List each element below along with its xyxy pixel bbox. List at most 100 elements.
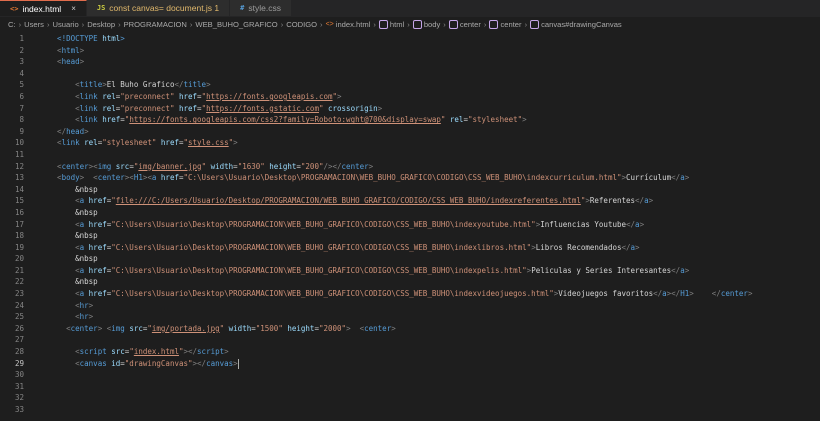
breadcrumb-item-programacion[interactable]: PROGRAMACION bbox=[124, 20, 187, 29]
code-token: < bbox=[39, 138, 62, 148]
code-line[interactable]: 20 &nbsp bbox=[0, 253, 820, 265]
code-token: > bbox=[391, 323, 396, 333]
code-line[interactable]: 11 bbox=[0, 149, 820, 161]
breadcrumb-item-codigo[interactable]: CODIGO bbox=[286, 20, 317, 29]
code-line[interactable]: 27 bbox=[0, 334, 820, 346]
breadcrumb-item-web-buho-grafico[interactable]: WEB_BUHO_GRAFICO bbox=[195, 20, 277, 29]
breadcrumb-item-center-inner[interactable]: center bbox=[500, 20, 521, 29]
code-token: href bbox=[88, 219, 107, 229]
code-token: > < bbox=[97, 323, 112, 333]
code-token: href bbox=[88, 196, 107, 206]
code-token: canvas bbox=[79, 358, 112, 368]
code-line[interactable]: 5 <title>El Buho Grafico</title> bbox=[0, 79, 820, 91]
code-token: "C:\Users\Usuario\Desktop\PROGRAMACION\W… bbox=[183, 173, 622, 183]
code-token: Libros Recomendados bbox=[535, 242, 622, 252]
code-line[interactable]: 28 <script src="index.html"></script> bbox=[0, 346, 820, 358]
code-line[interactable]: 1 <!DOCTYPE html> bbox=[0, 33, 820, 45]
code-token: H1 bbox=[133, 173, 143, 183]
code-line[interactable]: 22 &nbsp bbox=[0, 276, 820, 288]
code-line[interactable]: 16 &nbsp bbox=[0, 207, 820, 219]
code-token: head bbox=[66, 126, 85, 136]
code-line[interactable]: 8 <link href="https://fonts.googleapis.c… bbox=[0, 114, 820, 126]
breadcrumb-item-body[interactable]: body bbox=[424, 20, 440, 29]
code-token: height bbox=[287, 323, 315, 333]
code-line[interactable]: 32 bbox=[0, 392, 820, 404]
code-token: > bbox=[224, 347, 229, 357]
code-line[interactable]: 24 <hr> bbox=[0, 300, 820, 312]
code-line[interactable]: 21 <a href="C:\Users\Usuario\Desktop\PRO… bbox=[0, 265, 820, 277]
code-line[interactable]: 12 <center><img src="img/banner.jpg" wid… bbox=[0, 161, 820, 173]
breadcrumb-item-users[interactable]: Users bbox=[24, 20, 44, 29]
code-line[interactable]: 23 <a href="C:\Users\Usuario\Desktop\PRO… bbox=[0, 288, 820, 300]
code-token: href bbox=[102, 115, 121, 125]
tab-label: const canvas= document.js 1 bbox=[109, 3, 220, 13]
code-token: > bbox=[233, 138, 238, 148]
breadcrumb-item-html[interactable]: html bbox=[390, 20, 404, 29]
code-line[interactable]: 6 <link rel="preconnect" href="https://f… bbox=[0, 91, 820, 103]
line-number: 15 bbox=[14, 196, 24, 206]
code-line[interactable]: 2 <html> bbox=[0, 45, 820, 57]
js-file-icon: JS bbox=[96, 4, 106, 12]
code-line[interactable]: 26 <center> <img src="img/portada.jpg" w… bbox=[0, 323, 820, 335]
code-token: </ bbox=[635, 196, 645, 206]
code-text: <script src="index.html"></script> bbox=[39, 346, 229, 358]
code-line[interactable]: 9 </head> bbox=[0, 126, 820, 138]
code-line[interactable]: 13 <body> <center><H1><a href="C:\Users\… bbox=[0, 172, 820, 184]
code-text: <title>El Buho Grafico</title> bbox=[39, 79, 210, 91]
code-text: &nbsp bbox=[39, 276, 98, 288]
chevron-right-icon: › bbox=[320, 19, 323, 29]
element-icon bbox=[378, 19, 388, 29]
code-text: <a href="C:\Users\Usuario\Desktop\PROGRA… bbox=[39, 265, 689, 277]
breadcrumb-item-desktop[interactable]: Desktop bbox=[87, 20, 115, 29]
code-token: title bbox=[183, 80, 207, 90]
line-number: 12 bbox=[14, 161, 24, 171]
tab-index-html[interactable]: <> index.html × bbox=[0, 0, 87, 16]
code-token: rel bbox=[84, 138, 98, 148]
breadcrumb-item-center[interactable]: center bbox=[460, 20, 481, 29]
code-token: "2000" bbox=[318, 323, 347, 333]
code-line[interactable]: 14 &nbsp bbox=[0, 184, 820, 196]
code-line[interactable]: 17 <a href="C:\Users\Usuario\Desktop\PRO… bbox=[0, 219, 820, 231]
chevron-right-icon: › bbox=[46, 19, 50, 29]
chevron-right-icon: › bbox=[373, 19, 376, 29]
code-token: href bbox=[160, 138, 179, 148]
chevron-right-icon: › bbox=[407, 19, 410, 29]
code-token: < bbox=[39, 196, 80, 206]
code-line[interactable]: 19 <a href="C:\Users\Usuario\Desktop\PRO… bbox=[0, 242, 820, 254]
code-token: href bbox=[178, 91, 198, 101]
code-line[interactable]: 33 bbox=[0, 404, 820, 416]
code-text: <head> bbox=[39, 56, 84, 68]
breadcrumb: C: › Users › Usuario › Desktop › PROGRAMACIO… bbox=[0, 17, 820, 31]
code-token: < bbox=[39, 358, 80, 368]
chevron-right-icon: › bbox=[280, 19, 284, 29]
tab-label: index.html bbox=[22, 3, 62, 14]
code-line[interactable]: 7 <link rel="preconnect" href="https://f… bbox=[0, 103, 820, 115]
code-token: center bbox=[720, 289, 748, 299]
code-line[interactable]: 25 <hr> bbox=[0, 311, 820, 323]
code-token: link bbox=[79, 91, 103, 101]
close-icon[interactable]: × bbox=[71, 4, 76, 13]
code-line[interactable]: 15 <a href="file:///C:/Users/Usuario/Des… bbox=[0, 195, 820, 207]
code-line[interactable]: 10 <link rel="stylesheet" href="style.cs… bbox=[0, 137, 820, 149]
code-line[interactable]: 3 <head> bbox=[0, 56, 820, 68]
code-line[interactable]: 18 &nbsp bbox=[0, 230, 820, 242]
tab-const-canvas-js[interactable]: JS const canvas= document.js 1 bbox=[86, 0, 231, 16]
code-line[interactable]: 29 <canvas id="drawingCanvas"></canvas> bbox=[0, 358, 820, 370]
code-token: Referentes bbox=[589, 196, 636, 206]
breadcrumb-item-usuario[interactable]: Usuario bbox=[53, 20, 79, 29]
code-token: img bbox=[111, 323, 130, 333]
code-token: " bbox=[201, 161, 211, 171]
breadcrumb-item-canvas[interactable]: canvas#drawingCanvas bbox=[541, 20, 622, 29]
code-token: src bbox=[111, 347, 125, 357]
breadcrumb-item-file[interactable]: index.html bbox=[336, 20, 371, 29]
breadcrumb-item-drive[interactable]: C: bbox=[8, 20, 16, 29]
code-token: https://fonts.googleapis.com/css2?family… bbox=[129, 115, 441, 125]
code-line[interactable]: 4 bbox=[0, 68, 820, 80]
code-text: <body> <center><H1><a href="C:\Users\Usu… bbox=[39, 172, 689, 184]
code-line[interactable]: 30 bbox=[0, 369, 820, 381]
code-line[interactable]: 31 bbox=[0, 381, 820, 393]
chevron-right-icon: › bbox=[483, 19, 487, 29]
code-editor[interactable]: 1 <!DOCTYPE html> 2 <html> 3 <head> 4 5 <tit… bbox=[0, 31, 820, 416]
code-token: <!DOCTYPE bbox=[39, 34, 103, 43]
tab-style-css[interactable]: # style.css bbox=[230, 0, 292, 16]
